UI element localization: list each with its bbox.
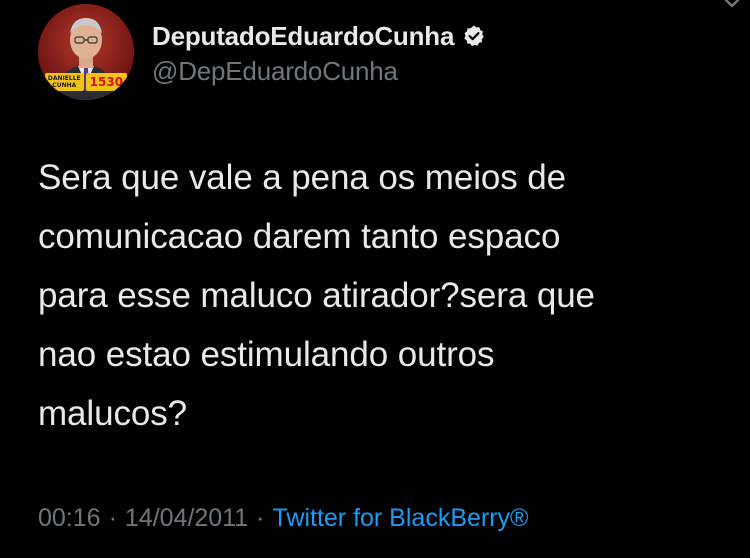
user-handle[interactable]: @DepEduardoCunha (152, 56, 486, 87)
meta-separator: · (256, 504, 265, 532)
display-name[interactable]: DeputadoEduardoCunha (152, 21, 454, 52)
tweet-source-link[interactable]: Twitter for BlackBerry® (273, 504, 529, 533)
avatar-campaign-badge: DANIELLE CUNHA 1530 (38, 70, 134, 94)
tweet-metadata: 00:16 · 14/04/2011 · Twitter for BlackBe… (38, 504, 528, 533)
avatar-badge-name: DANIELLE CUNHA (44, 73, 84, 91)
chevron-down-icon[interactable] (718, 0, 746, 12)
verified-badge-icon (462, 24, 486, 48)
tweet-time[interactable]: 00:16 (38, 504, 101, 533)
tweet-text: Sera que vale a pena os meios de comunic… (38, 158, 595, 433)
tweet-card: DANIELLE CUNHA 1530 DeputadoEduardoCunha… (0, 0, 750, 558)
tweet-header: DeputadoEduardoCunha @DepEduardoCunha (152, 18, 486, 87)
display-name-row: DeputadoEduardoCunha (152, 18, 486, 54)
tweet-date[interactable]: 14/04/2011 (125, 504, 248, 533)
avatar-badge-number: 1530 (85, 73, 128, 91)
avatar[interactable]: DANIELLE CUNHA 1530 (38, 4, 134, 100)
meta-separator: · (108, 504, 117, 532)
